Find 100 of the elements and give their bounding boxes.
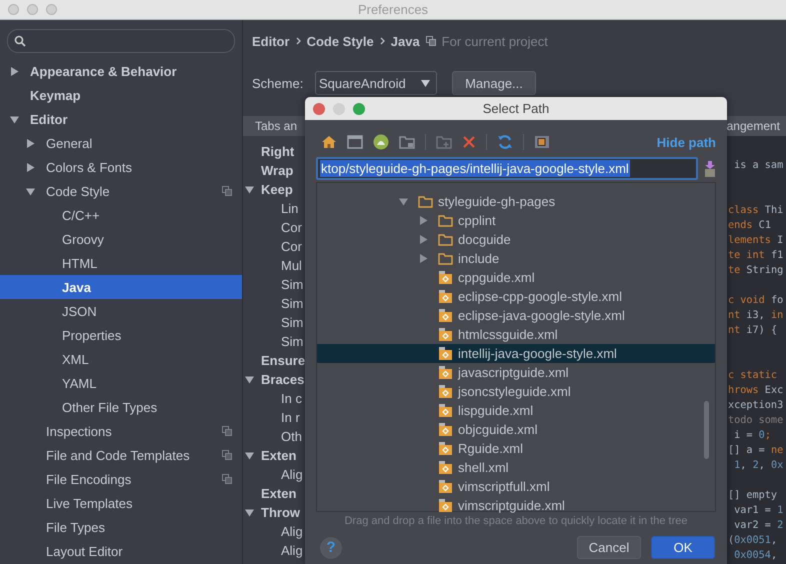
tree-item[interactable]: jsoncstyleguide.xml — [317, 382, 715, 401]
download-icon[interactable] — [704, 160, 716, 176]
code-line: [] a = ne — [728, 445, 784, 456]
sidebar-item[interactable]: Keymap — [0, 83, 242, 107]
refresh-icon[interactable] — [497, 134, 513, 150]
scrollbar-thumb[interactable] — [704, 401, 709, 459]
new-folder-icon[interactable] — [436, 135, 452, 149]
sidebar-item[interactable]: Groovy — [0, 227, 242, 251]
hint-text: Drag and drop a file into the space above to quickly locate it in the tree — [343, 515, 689, 527]
sidebar-item[interactable]: Editor — [0, 107, 242, 131]
project-scope-icon — [426, 36, 436, 46]
zoom-button[interactable] — [46, 4, 57, 15]
xml-file-icon — [438, 384, 453, 398]
sidebar-item[interactable]: General — [0, 131, 242, 155]
expand-arrow-icon[interactable] — [419, 235, 428, 244]
path-field[interactable]: ktop/styleguide-gh-pages/intellij-java-google-style.xml — [316, 157, 698, 180]
tree-item[interactable]: cppguide.xml — [317, 268, 715, 287]
sidebar-item[interactable]: Layout Editor — [0, 539, 242, 563]
code-line: hrows Exc — [728, 385, 784, 396]
dialog-title: Select Path — [482, 101, 550, 116]
cancel-button[interactable]: Cancel — [577, 536, 641, 559]
sidebar-item[interactable]: Java — [0, 275, 242, 299]
tree-item[interactable]: vimscriptguide.xml — [317, 496, 715, 515]
tree-item[interactable]: lispguide.xml — [317, 401, 715, 420]
sidebar-item[interactable]: File Types — [0, 515, 242, 539]
search-field[interactable] — [7, 29, 235, 53]
tree-item[interactable]: cpplint — [317, 211, 715, 230]
tree-item[interactable]: vimscriptfull.xml — [317, 477, 715, 496]
code-line: 0x0054, — [733, 550, 778, 561]
expand-arrow-icon[interactable] — [419, 216, 428, 225]
breadcrumb-item: Java — [390, 34, 420, 48]
setting-label: Alig — [281, 467, 303, 482]
expand-arrow-icon[interactable] — [26, 186, 35, 196]
expand-arrow-icon[interactable] — [245, 375, 254, 384]
tab[interactable]: Tabs an — [255, 119, 298, 133]
sidebar-item[interactable]: Code Style — [0, 179, 242, 203]
setting-label: Sim — [281, 315, 304, 330]
close-button[interactable] — [313, 102, 325, 114]
tree-item[interactable]: docguide — [317, 230, 715, 249]
setting-label: Alig — [281, 524, 303, 539]
sidebar-item[interactable]: Live Templates — [0, 491, 242, 515]
expand-arrow-icon[interactable] — [245, 185, 254, 194]
sidebar-item[interactable]: Colors & Fonts — [0, 155, 242, 179]
folder-icon — [418, 196, 433, 208]
code-line: var1 = 1 — [733, 505, 784, 516]
sidebar-item[interactable]: Inspections — [0, 419, 242, 443]
expand-arrow-icon[interactable] — [26, 162, 35, 172]
expand-arrow-icon[interactable] — [419, 254, 428, 263]
folder-icon[interactable] — [399, 135, 415, 149]
sidebar-item[interactable]: File and Code Templates — [0, 443, 242, 467]
sidebar-item[interactable]: File Encodings — [0, 467, 242, 491]
ok-button[interactable]: OK — [651, 536, 715, 559]
hide-path-link[interactable]: Hide path — [656, 134, 716, 150]
sidebar-item[interactable]: HTML — [0, 251, 242, 275]
sidebar-item[interactable]: Other File Types — [0, 395, 242, 419]
tree-item[interactable]: eclipse-cpp-google-style.xml — [317, 287, 715, 306]
setting-label: Ensure — [261, 353, 306, 368]
xml-file-icon — [438, 498, 453, 512]
zoom-button[interactable] — [353, 102, 365, 114]
tree-item[interactable]: shell.xml — [317, 458, 715, 477]
expand-arrow-icon[interactable] — [10, 66, 19, 76]
sidebar-item[interactable]: YAML — [0, 371, 242, 395]
code-line: lements I — [728, 235, 784, 246]
tree-item[interactable]: include — [317, 249, 715, 268]
tree-item[interactable]: javascriptguide.xml — [317, 363, 715, 382]
tab[interactable]: angement — [726, 119, 780, 133]
breadcrumb-item: Code Style — [306, 34, 374, 48]
xml-file-icon — [438, 422, 453, 436]
square-icon[interactable] — [534, 135, 550, 149]
expand-arrow-icon[interactable] — [399, 197, 408, 206]
tree-item[interactable]: htmlcssguide.xml — [317, 325, 715, 344]
tree-item[interactable]: eclipse-java-google-style.xml — [317, 306, 715, 325]
sidebar-item[interactable]: Appearance & Behavior — [0, 59, 242, 83]
setting-label: Oth — [281, 429, 302, 444]
sidebar-item[interactable]: JSON — [0, 299, 242, 323]
tree-item[interactable]: intellij-java-google-style.xml — [317, 344, 715, 363]
desktop-icon[interactable] — [347, 135, 363, 149]
setting-label: Right — [261, 144, 294, 159]
tree-item[interactable]: Rguide.xml — [317, 439, 715, 458]
tree-item[interactable]: objcguide.xml — [317, 420, 715, 439]
setting-label: Braces — [261, 372, 304, 387]
setting-label: Alig — [281, 543, 303, 558]
setting-label: In r — [281, 410, 300, 425]
home-icon[interactable] — [321, 134, 337, 150]
sidebar-item[interactable]: C/C++ — [0, 203, 242, 227]
close-button[interactable] — [8, 4, 19, 15]
scheme-dropdown[interactable]: SquareAndroid — [315, 71, 437, 95]
minimize-button[interactable] — [27, 4, 38, 15]
xml-file-icon — [438, 480, 453, 494]
sidebar-item[interactable]: Properties — [0, 323, 242, 347]
expand-arrow-icon[interactable] — [245, 508, 254, 517]
expand-arrow-icon[interactable] — [10, 114, 19, 124]
manage-button[interactable]: Manage... — [452, 71, 536, 95]
code-line: xception3 — [728, 400, 784, 411]
expand-arrow-icon[interactable] — [245, 451, 254, 460]
code-line: [] empty — [728, 490, 778, 501]
expand-arrow-icon[interactable] — [26, 138, 35, 148]
sidebar-item[interactable]: XML — [0, 347, 242, 371]
tree-item[interactable]: styleguide-gh-pages — [317, 192, 715, 211]
delete-icon[interactable] — [462, 135, 476, 149]
